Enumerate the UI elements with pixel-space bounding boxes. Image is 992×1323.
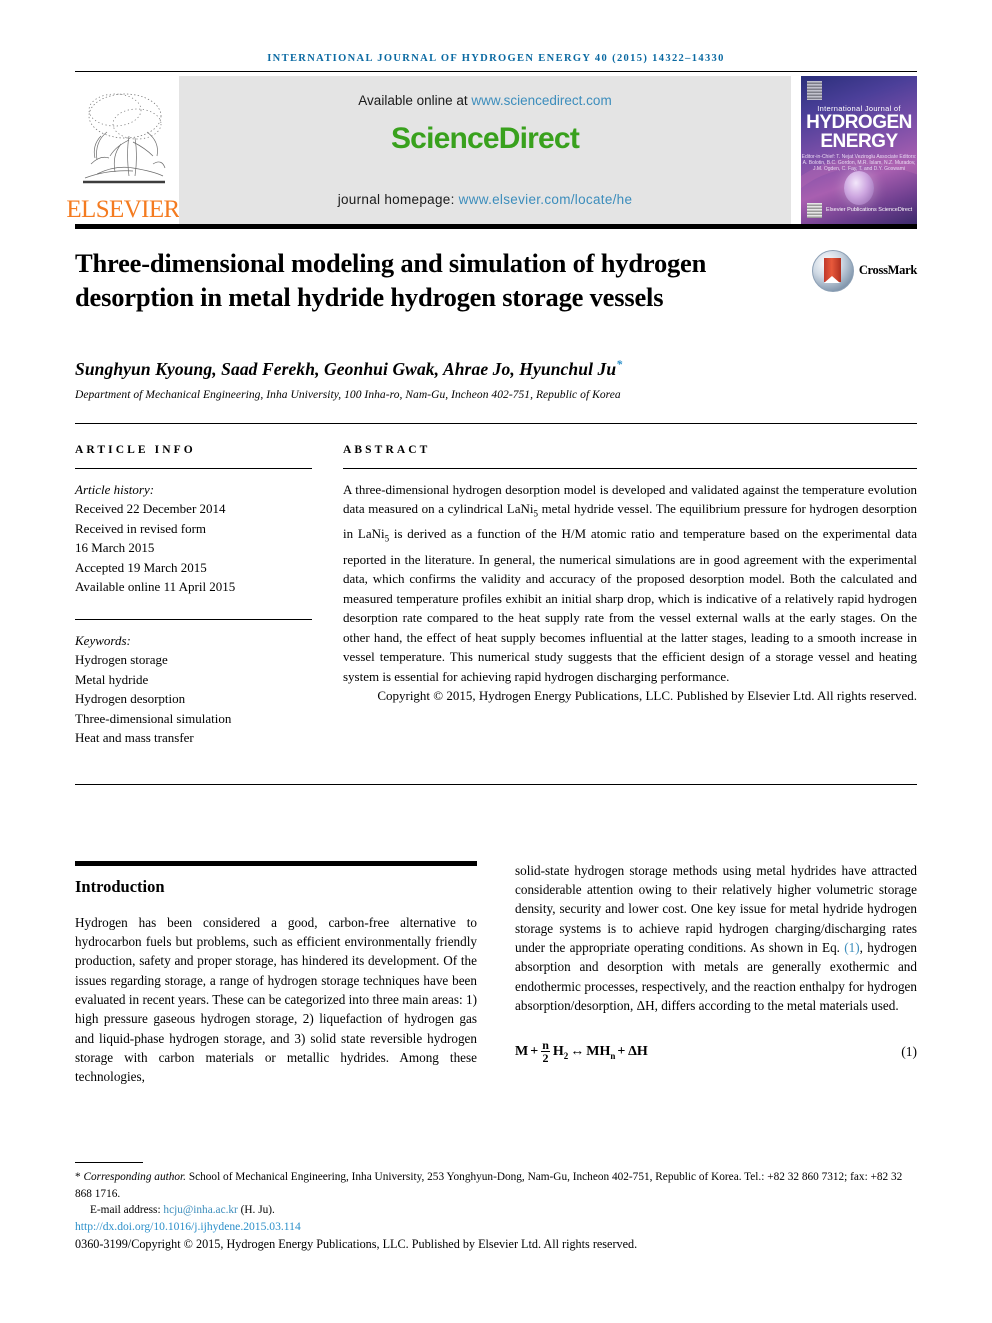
author-names: Sunghyun Kyoung, Saad Ferekh, Geonhui Gw… (75, 358, 617, 379)
author-list: Sunghyun Kyoung, Saad Ferekh, Geonhui Gw… (75, 357, 917, 380)
article-history-item: Received 22 December 2014 (75, 501, 226, 517)
doi-link[interactable]: http://dx.doi.org/10.1016/j.ijhydene.201… (75, 1220, 301, 1233)
equation-rhs: MHn (586, 1043, 616, 1061)
abstract-copyright: Copyright © 2015, Hydrogen Energy Public… (377, 688, 917, 704)
equation-1-expression: M + n 2 H2 ↔ MHn + ΔH (515, 1038, 901, 1066)
footnote-rule (75, 1162, 143, 1163)
keyword-item: Heat and mass transfer (75, 730, 194, 746)
cover-title-line2: ENERGY (820, 131, 898, 152)
email-line: E-mail address: hcju@inha.ac.kr (H. Ju). (75, 1202, 917, 1219)
email-label: E-mail address: (90, 1204, 164, 1216)
cover-footer-text: Elsevier Publications ScienceDirect (826, 207, 913, 213)
affiliation: Department of Mechanical Engineering, In… (75, 388, 621, 401)
corresponding-author-note: * Corresponding author. School of Mechan… (75, 1169, 917, 1202)
cover-editors: Editor-in-Chief: T. Nejat Veziroglu Asso… (801, 154, 917, 172)
keywords-label: Keywords: (75, 632, 131, 648)
equation-h2: H2 (552, 1043, 569, 1061)
article-info-column: ARTICLE INFO Article history: Received 2… (75, 444, 312, 748)
masthead-band: ELSEVIER Available online at www.science… (66, 76, 917, 224)
issn-copyright-line: 0360-3199/Copyright © 2015, Hydrogen Ene… (75, 1237, 638, 1251)
equation-tail: + ΔH (617, 1043, 648, 1059)
email-link[interactable]: hcju@inha.ac.kr (163, 1204, 237, 1216)
equation-1-row: M + n 2 H2 ↔ MHn + ΔH (1) (515, 1038, 917, 1066)
abstract-part-3: is derived as a function of the H/M atom… (343, 526, 917, 684)
crossmark-badge[interactable]: CrossMark (811, 246, 917, 314)
cover-elsevier-mark-icon (807, 81, 822, 100)
abstract-rule (343, 467, 917, 469)
equation-lhs: M (515, 1043, 529, 1059)
info-abstract-row: ARTICLE INFO Article history: Received 2… (75, 424, 917, 748)
page-footer: * Corresponding author. School of Mechan… (75, 1162, 917, 1253)
corresponding-author-label: Corresponding author. (83, 1171, 187, 1183)
available-online-label: Available online at (358, 93, 472, 108)
article-info-heading: ARTICLE INFO (75, 443, 196, 456)
introduction-bar (75, 860, 477, 866)
crossmark-icon (811, 250, 854, 292)
article-history-item: Received in revised form (75, 520, 207, 536)
email-suffix: (H. Ju). (237, 1204, 275, 1216)
equation-arrow: ↔ (570, 1043, 585, 1059)
footnote-marker: * (75, 1171, 81, 1183)
abstract-bottom-rule (75, 783, 917, 785)
equation-fraction: n 2 (541, 1038, 550, 1066)
page-title: Three-dimensional modeling and simulatio… (75, 248, 707, 312)
journal-homepage-label: journal homepage: (337, 192, 459, 207)
body-right-column: solid-state hydrogen storage methods usi… (515, 861, 917, 1087)
corresponding-author-address: School of Mechanical Engineering, Inha U… (75, 1171, 903, 1200)
abstract-body: A three-dimensional hydrogen desorption … (343, 480, 917, 686)
equation-1-reference-link[interactable]: (1) (844, 940, 859, 955)
header-divider (75, 71, 917, 72)
journal-homepage-line: journal homepage: www.elsevier.com/locat… (338, 192, 633, 207)
paper-page: INTERNATIONAL JOURNAL OF HYDROGEN ENERGY… (0, 0, 992, 1323)
doi-link-line: http://dx.doi.org/10.1016/j.ijhydene.201… (75, 1219, 917, 1236)
introduction-heading: Introduction (75, 876, 165, 896)
cover-footer: Elsevier Publications ScienceDirect (801, 203, 917, 218)
introduction-paragraph-left: Hydrogen has been considered a good, car… (75, 914, 477, 1085)
elsevier-wordmark: ELSEVIER (66, 196, 180, 223)
corresponding-author-marker[interactable]: * (616, 357, 622, 371)
sciencedirect-wordmark: ScienceDirect (390, 122, 580, 155)
journal-homepage-link[interactable]: www.elsevier.com/locate/he (459, 192, 633, 207)
elsevier-logo: ELSEVIER (66, 76, 180, 224)
available-online-line: Available online at www.sciencedirect.co… (358, 93, 611, 108)
article-history-label: Article history: (75, 481, 155, 497)
elsevier-tree-icon (83, 93, 166, 184)
running-head: INTERNATIONAL JOURNAL OF HYDROGEN ENERGY… (267, 53, 725, 64)
body-left-column: Introduction Hydrogen has been considere… (75, 860, 477, 1087)
keyword-item: Hydrogen storage (75, 652, 168, 668)
cover-footer-mark-icon (807, 203, 822, 218)
journal-cover-thumbnail: International Journal of HYDROGEN ENERGY… (801, 76, 917, 224)
column-gap (312, 444, 343, 748)
article-history-item: 16 March 2015 (75, 540, 155, 556)
abstract-heading: ABSTRACT (343, 443, 431, 456)
cover-orb-graphic (844, 171, 874, 205)
title-block: Three-dimensional modeling and simulatio… (75, 229, 917, 314)
sciencedirect-band: Available online at www.sciencedirect.co… (179, 76, 791, 224)
introduction-paragraph-right: solid-state hydrogen storage methods usi… (515, 861, 917, 1015)
body-columns: Introduction Hydrogen has been considere… (75, 860, 917, 1087)
equation-plus: + (530, 1043, 539, 1059)
article-history-item: Accepted 19 March 2015 (75, 559, 207, 575)
article-info-rule (75, 467, 312, 469)
equation-numerator: n (541, 1038, 550, 1053)
keywords-rule (75, 618, 312, 620)
sciencedirect-url-link[interactable]: www.sciencedirect.com (471, 93, 611, 108)
equation-1-number: (1) (901, 1043, 917, 1059)
keyword-item: Three-dimensional simulation (75, 710, 232, 726)
equation-denominator: 2 (542, 1051, 549, 1066)
keyword-item: Hydrogen desorption (75, 691, 186, 707)
article-history-item: Available online 11 April 2015 (75, 579, 236, 595)
page-content: INTERNATIONAL JOURNAL OF HYDROGEN ENERGY… (66, 0, 917, 1087)
abstract-column: ABSTRACT A three-dimensional hydrogen de… (343, 444, 917, 748)
crossmark-label: CrossMark (858, 263, 917, 277)
keyword-item: Metal hydride (75, 671, 149, 687)
body-column-gap (477, 861, 515, 1087)
